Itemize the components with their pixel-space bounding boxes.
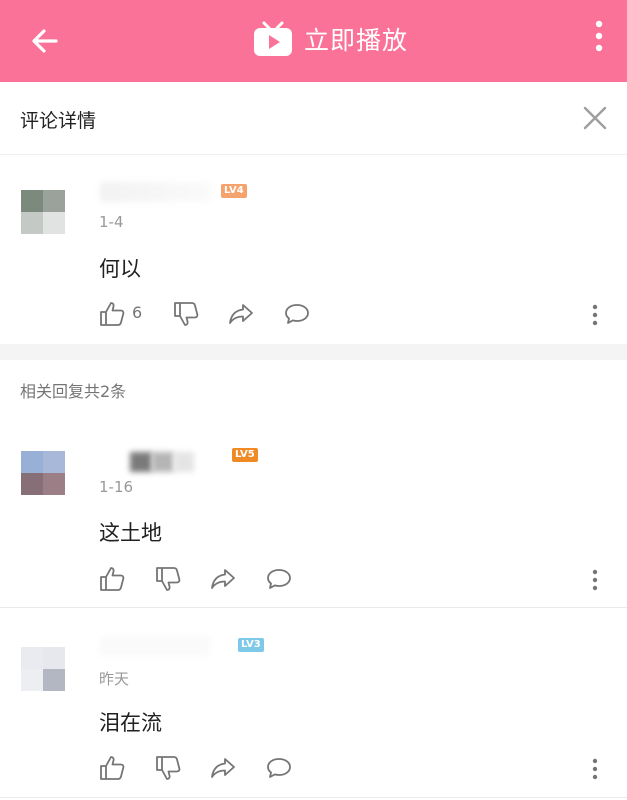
thumbs-up-icon bbox=[100, 302, 125, 326]
comment-text: 泪在流 bbox=[99, 711, 162, 735]
play-now-label: 立即播放 bbox=[304, 26, 409, 55]
comment-more-button[interactable] bbox=[591, 304, 599, 326]
reply-button[interactable] bbox=[265, 565, 293, 593]
replies-count-title: 相关回复共2条 bbox=[20, 382, 127, 401]
more-vertical-icon bbox=[592, 569, 598, 591]
comment-bubble-icon bbox=[285, 304, 309, 324]
thumbs-up-icon bbox=[100, 756, 125, 780]
username[interactable] bbox=[100, 636, 210, 656]
avatar[interactable] bbox=[21, 647, 65, 691]
tv-play-icon bbox=[254, 21, 292, 56]
thumbs-up-icon bbox=[100, 567, 125, 591]
section-divider bbox=[0, 344, 627, 360]
share-button[interactable] bbox=[209, 565, 237, 593]
comment-detail-header: 评论详情 bbox=[0, 82, 627, 155]
comment-date: 1-16 bbox=[99, 478, 134, 496]
share-button[interactable] bbox=[227, 300, 255, 328]
reply-divider bbox=[0, 797, 627, 798]
thumbs-down-icon bbox=[156, 756, 181, 780]
more-vertical-icon bbox=[592, 304, 598, 326]
dislike-button[interactable] bbox=[154, 754, 182, 782]
like-button[interactable] bbox=[98, 754, 126, 782]
like-count: 6 bbox=[132, 303, 143, 322]
arrow-left-icon bbox=[32, 29, 58, 53]
comment-date: 昨天 bbox=[99, 670, 130, 688]
like-button[interactable] bbox=[98, 565, 126, 593]
page-title: 评论详情 bbox=[20, 110, 97, 132]
comment-more-button[interactable] bbox=[591, 758, 599, 780]
level-badge: LV4 bbox=[221, 184, 247, 198]
reply-item: LV3 昨天 泪在流 bbox=[0, 608, 627, 798]
play-now-button[interactable]: 立即播放 bbox=[252, 16, 408, 62]
comment-bubble-icon bbox=[267, 758, 291, 778]
close-button[interactable] bbox=[581, 104, 609, 132]
level-badge: LV3 bbox=[238, 638, 264, 652]
avatar[interactable] bbox=[21, 451, 65, 495]
thumbs-down-icon bbox=[174, 302, 199, 326]
avatar[interactable] bbox=[21, 190, 65, 234]
reply-item: LV5 1-16 这土地 bbox=[0, 420, 627, 608]
close-icon bbox=[583, 106, 607, 130]
thumbs-down-icon bbox=[156, 567, 181, 591]
comment-more-button[interactable] bbox=[591, 569, 599, 591]
username[interactable] bbox=[100, 452, 194, 472]
comment-date: 1-4 bbox=[99, 213, 124, 231]
comment-text: 这土地 bbox=[99, 521, 162, 545]
comment-bubble-icon bbox=[267, 569, 291, 589]
more-vertical-icon bbox=[595, 20, 603, 52]
like-button[interactable] bbox=[98, 300, 126, 328]
comment-text: 何以 bbox=[99, 257, 141, 281]
dislike-button[interactable] bbox=[172, 300, 200, 328]
main-comment: LV4 1-4 何以 6 bbox=[0, 155, 627, 344]
share-button[interactable] bbox=[209, 754, 237, 782]
reply-button[interactable] bbox=[265, 754, 293, 782]
dislike-button[interactable] bbox=[154, 565, 182, 593]
reply-button[interactable] bbox=[283, 300, 311, 328]
more-vertical-icon bbox=[592, 758, 598, 780]
share-icon bbox=[211, 758, 235, 778]
level-badge: LV5 bbox=[232, 448, 258, 462]
share-icon bbox=[229, 304, 253, 324]
username[interactable] bbox=[100, 182, 210, 202]
more-options-button[interactable] bbox=[589, 16, 609, 60]
back-button[interactable] bbox=[22, 18, 68, 64]
share-icon bbox=[211, 569, 235, 589]
top-app-bar: 立即播放 bbox=[0, 0, 627, 82]
